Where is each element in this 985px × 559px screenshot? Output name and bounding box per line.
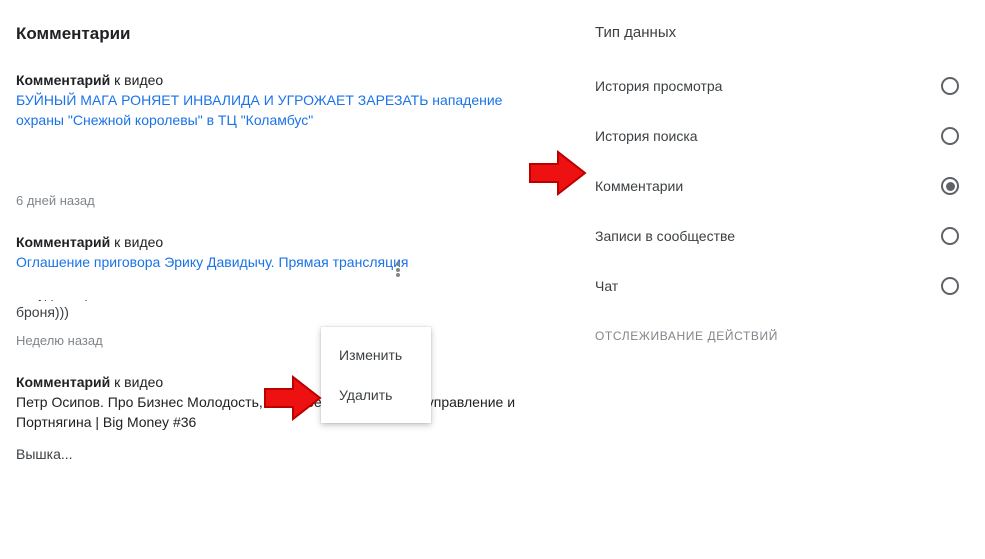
comment-video-link[interactable]: БУЙНЫЙ МАГА РОНЯЕТ ИНВАЛИДА И УГРОЖАЕТ З… bbox=[16, 90, 525, 131]
radio-icon bbox=[941, 227, 959, 245]
comment-prefix: Комментарий к видео bbox=[16, 374, 163, 390]
comment-prefix: Комментарий к видео bbox=[16, 72, 163, 88]
radio-option-search-history[interactable]: История поиска bbox=[595, 111, 959, 161]
subsection-title: ОТСЛЕЖИВАНИЕ ДЕЙСТВИЙ bbox=[595, 329, 959, 343]
comment-timestamp: Неделю назад bbox=[16, 333, 525, 348]
context-menu: Изменить Удалить bbox=[321, 327, 431, 423]
radio-list: История просмотра История поиска Коммент… bbox=[595, 61, 959, 311]
comment-body: Вышка... bbox=[16, 445, 525, 465]
comment-item: Комментарий к видео Оглашение приговора … bbox=[16, 234, 525, 348]
radio-icon bbox=[941, 277, 959, 295]
menu-item-edit[interactable]: Изменить bbox=[321, 335, 431, 375]
radio-option-community-posts[interactable]: Записи в сообществе bbox=[595, 211, 959, 261]
radio-label: История поиска bbox=[595, 128, 698, 144]
menu-item-delete[interactable]: Удалить bbox=[321, 375, 431, 415]
page-title: Комментарии bbox=[16, 24, 525, 44]
comment-video-link[interactable]: Оглашение приговора Эрику Давидычу. Прям… bbox=[16, 252, 525, 272]
radio-option-chat[interactable]: Чат bbox=[595, 261, 959, 311]
comment-prefix: Комментарий к видео bbox=[16, 234, 163, 250]
section-title: Тип данных bbox=[595, 24, 959, 41]
comment-timestamp: 6 дней назад bbox=[16, 193, 525, 208]
radio-icon bbox=[941, 127, 959, 145]
radio-option-comments[interactable]: Комментарии bbox=[595, 161, 959, 211]
more-options-button[interactable] bbox=[384, 256, 412, 284]
comment-video-title: Петр Осипов. Про Бизнес Молодость, YouTu… bbox=[16, 392, 525, 433]
radio-icon bbox=[941, 77, 959, 95]
comment-item: Комментарий к видео Петр Осипов. Про Биз… bbox=[16, 374, 525, 464]
comment-item: Комментарий к видео БУЙНЫЙ МАГА РОНЯЕТ И… bbox=[16, 72, 525, 208]
comment-body: смешно))) bbox=[16, 143, 525, 183]
comment-body: похудеет...реально броня))) bbox=[16, 284, 525, 323]
radio-label: Комментарии bbox=[595, 178, 683, 194]
radio-label: Чат bbox=[595, 278, 618, 294]
radio-icon bbox=[941, 177, 959, 195]
radio-option-watch-history[interactable]: История просмотра bbox=[595, 61, 959, 111]
comments-panel: Комментарии Комментарий к видео БУЙНЫЙ М… bbox=[0, 0, 555, 559]
data-type-panel: Тип данных История просмотра История пои… bbox=[555, 0, 985, 559]
radio-label: Записи в сообществе bbox=[595, 228, 735, 244]
radio-label: История просмотра bbox=[595, 78, 722, 94]
